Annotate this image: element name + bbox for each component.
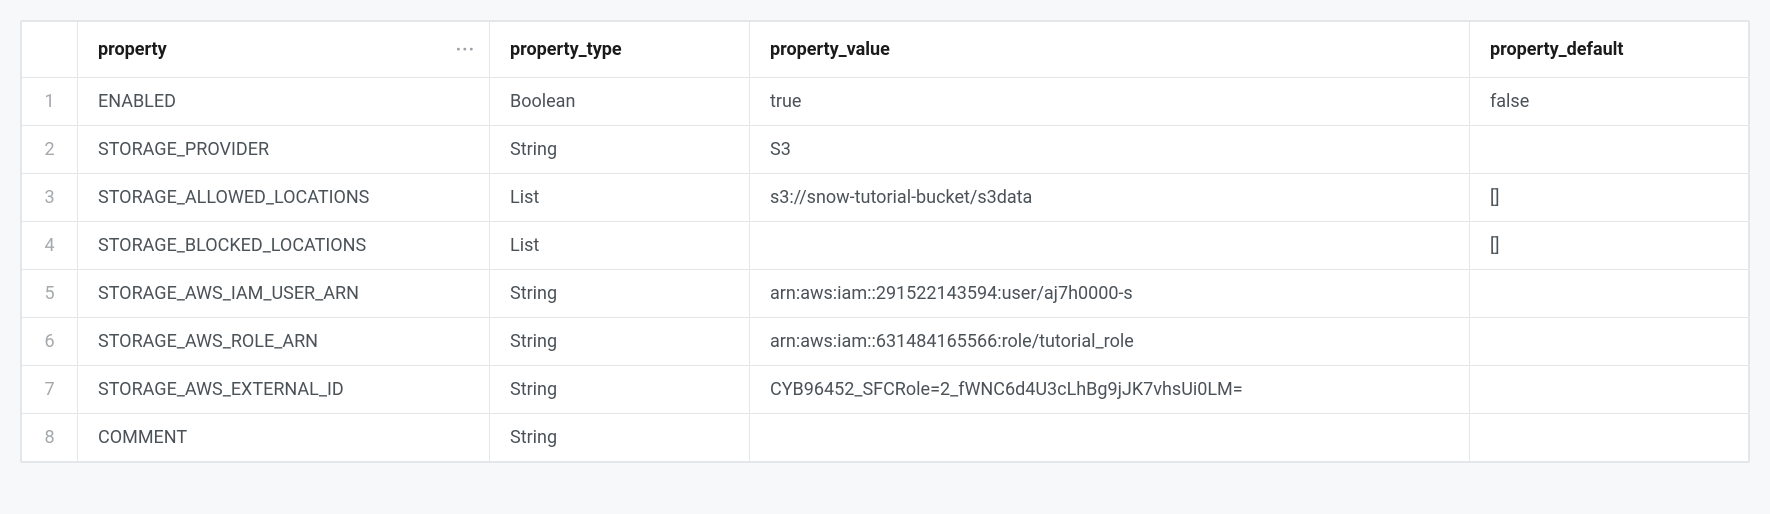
table-row[interactable]: 1ENABLEDBooleantruefalse <box>22 78 1749 126</box>
table-row[interactable]: 6STORAGE_AWS_ROLE_ARNStringarn:aws:iam::… <box>22 318 1749 366</box>
cell-property[interactable]: STORAGE_AWS_IAM_USER_ARN <box>78 270 490 318</box>
cell-property-value[interactable]: arn:aws:iam::631484165566:role/tutorial_… <box>750 318 1470 366</box>
cell-property[interactable]: ENABLED <box>78 78 490 126</box>
header-property-default-label: property_default <box>1490 39 1624 60</box>
header-property-type[interactable]: property_type <box>490 22 750 78</box>
row-number: 2 <box>22 126 78 174</box>
cell-property-type[interactable]: List <box>490 174 750 222</box>
cell-property-value[interactable]: s3://snow-tutorial-bucket/s3data <box>750 174 1470 222</box>
header-property-label: property <box>98 39 167 60</box>
table-row[interactable]: 5STORAGE_AWS_IAM_USER_ARNStringarn:aws:i… <box>22 270 1749 318</box>
cell-property[interactable]: STORAGE_AWS_EXTERNAL_ID <box>78 366 490 414</box>
cell-property-default[interactable] <box>1470 366 1749 414</box>
cell-property-default[interactable] <box>1470 270 1749 318</box>
table-row[interactable]: 3STORAGE_ALLOWED_LOCATIONSLists3://snow-… <box>22 174 1749 222</box>
header-rownum[interactable] <box>22 22 78 78</box>
cell-property-value[interactable] <box>750 222 1470 270</box>
row-number: 6 <box>22 318 78 366</box>
header-property-default[interactable]: property_default <box>1470 22 1749 78</box>
cell-property[interactable]: STORAGE_PROVIDER <box>78 126 490 174</box>
cell-property-default[interactable] <box>1470 318 1749 366</box>
cell-property-type[interactable]: String <box>490 126 750 174</box>
cell-property-default[interactable]: false <box>1470 78 1749 126</box>
cell-property-type[interactable]: Boolean <box>490 78 750 126</box>
header-property-value-label: property_value <box>770 39 890 60</box>
cell-property-default[interactable]: [] <box>1470 174 1749 222</box>
cell-property-value[interactable] <box>750 414 1470 462</box>
row-number: 3 <box>22 174 78 222</box>
cell-property[interactable]: STORAGE_ALLOWED_LOCATIONS <box>78 174 490 222</box>
cell-property-value[interactable]: arn:aws:iam::291522143594:user/aj7h0000-… <box>750 270 1470 318</box>
row-number: 5 <box>22 270 78 318</box>
cell-property[interactable]: COMMENT <box>78 414 490 462</box>
cell-property-value[interactable]: S3 <box>750 126 1470 174</box>
table-body: 1ENABLEDBooleantruefalse2STORAGE_PROVIDE… <box>22 78 1749 462</box>
row-number: 4 <box>22 222 78 270</box>
row-number: 1 <box>22 78 78 126</box>
cell-property-type[interactable]: String <box>490 414 750 462</box>
cell-property-value[interactable]: true <box>750 78 1470 126</box>
ellipsis-icon[interactable]: ··· <box>456 39 475 60</box>
cell-property-type[interactable]: String <box>490 366 750 414</box>
row-number: 7 <box>22 366 78 414</box>
header-property-type-label: property_type <box>510 39 622 60</box>
table-row[interactable]: 2STORAGE_PROVIDERStringS3 <box>22 126 1749 174</box>
cell-property-type[interactable]: String <box>490 318 750 366</box>
header-property-value[interactable]: property_value <box>750 22 1470 78</box>
header-property[interactable]: property ··· <box>78 22 490 78</box>
cell-property-value[interactable]: CYB96452_SFCRole=2_fWNC6d4U3cLhBg9jJK7vh… <box>750 366 1470 414</box>
cell-property-default[interactable]: [] <box>1470 222 1749 270</box>
results-table: property ··· property_type property_valu… <box>20 20 1750 463</box>
row-number: 8 <box>22 414 78 462</box>
cell-property-default[interactable] <box>1470 126 1749 174</box>
cell-property-type[interactable]: String <box>490 270 750 318</box>
cell-property-default[interactable] <box>1470 414 1749 462</box>
table-row[interactable]: 8COMMENTString <box>22 414 1749 462</box>
table-header: property ··· property_type property_valu… <box>22 22 1749 78</box>
cell-property-type[interactable]: List <box>490 222 750 270</box>
table-row[interactable]: 4STORAGE_BLOCKED_LOCATIONSList [] <box>22 222 1749 270</box>
cell-property[interactable]: STORAGE_AWS_ROLE_ARN <box>78 318 490 366</box>
table-row[interactable]: 7STORAGE_AWS_EXTERNAL_IDStringCYB96452_S… <box>22 366 1749 414</box>
cell-property[interactable]: STORAGE_BLOCKED_LOCATIONS <box>78 222 490 270</box>
